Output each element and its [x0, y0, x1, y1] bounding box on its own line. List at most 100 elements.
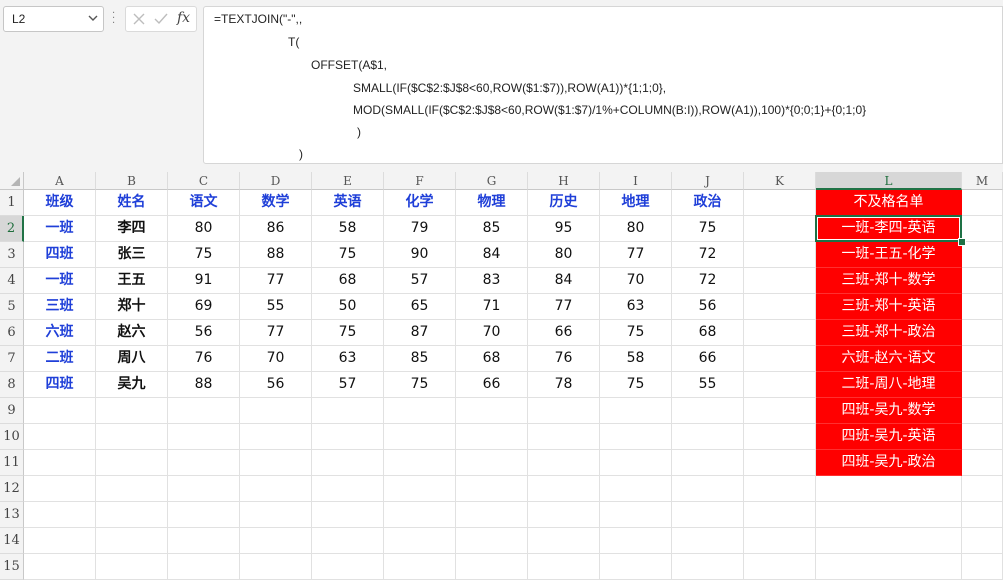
table-cell[interactable]: 76: [528, 346, 600, 372]
table-cell[interactable]: 80: [168, 216, 240, 242]
column-header-c[interactable]: C: [168, 172, 240, 190]
table-cell[interactable]: 65: [384, 294, 456, 320]
cell-D12[interactable]: [240, 476, 312, 502]
table-header[interactable]: 政治: [672, 190, 744, 216]
table-cell[interactable]: 56: [240, 372, 312, 398]
fail-list-item[interactable]: 三班-郑十-政治: [816, 320, 962, 346]
row-header-12[interactable]: 12: [0, 476, 24, 502]
cell-H9[interactable]: [528, 398, 600, 424]
row-header-13[interactable]: 13: [0, 502, 24, 528]
table-header[interactable]: 物理: [456, 190, 528, 216]
table-cell[interactable]: 86: [240, 216, 312, 242]
cell-G12[interactable]: [456, 476, 528, 502]
table-cell[interactable]: 50: [312, 294, 384, 320]
table-cell[interactable]: 88: [240, 242, 312, 268]
cell-J10[interactable]: [672, 424, 744, 450]
row-header-9[interactable]: 9: [0, 398, 24, 424]
fail-list-item[interactable]: 一班-王五-化学: [816, 242, 962, 268]
row-header-2[interactable]: 2: [0, 216, 24, 242]
table-cell[interactable]: 68: [312, 268, 384, 294]
table-header[interactable]: 班级: [24, 190, 96, 216]
cell-F12[interactable]: [384, 476, 456, 502]
cell-G10[interactable]: [456, 424, 528, 450]
cell-B13[interactable]: [96, 502, 168, 528]
cell-K7[interactable]: [744, 346, 816, 372]
table-cell[interactable]: 85: [384, 346, 456, 372]
cell-F9[interactable]: [384, 398, 456, 424]
table-cell[interactable]: 赵六: [96, 320, 168, 346]
row-header-7[interactable]: 7: [0, 346, 24, 372]
cell-G11[interactable]: [456, 450, 528, 476]
table-cell[interactable]: 63: [312, 346, 384, 372]
table-cell[interactable]: 57: [312, 372, 384, 398]
cell-K13[interactable]: [744, 502, 816, 528]
table-cell[interactable]: 58: [600, 346, 672, 372]
cell-M5[interactable]: [962, 294, 1003, 320]
column-header-i[interactable]: I: [600, 172, 672, 190]
cell-M14[interactable]: [962, 528, 1003, 554]
cell-C14[interactable]: [168, 528, 240, 554]
row-header-8[interactable]: 8: [0, 372, 24, 398]
table-cell[interactable]: 77: [600, 242, 672, 268]
cell-D10[interactable]: [240, 424, 312, 450]
spreadsheet-grid[interactable]: ABCDEFGHIJKLM 1 2 3 4 5 6 7 8 9 10 11 12 13 14 15 班级 姓名…: [0, 172, 1003, 588]
cell-F10[interactable]: [384, 424, 456, 450]
table-cell[interactable]: 一班: [24, 216, 96, 242]
cell-G14[interactable]: [456, 528, 528, 554]
table-cell[interactable]: 66: [672, 346, 744, 372]
table-cell[interactable]: 80: [528, 242, 600, 268]
table-cell[interactable]: 76: [168, 346, 240, 372]
cell-A12[interactable]: [24, 476, 96, 502]
table-cell[interactable]: 68: [672, 320, 744, 346]
cell-K2[interactable]: [744, 216, 816, 242]
table-cell[interactable]: 吴九: [96, 372, 168, 398]
cell-K15[interactable]: [744, 554, 816, 580]
fail-list-item[interactable]: 一班-李四-英语: [816, 216, 962, 242]
cell-M7[interactable]: [962, 346, 1003, 372]
row-header-14[interactable]: 14: [0, 528, 24, 554]
table-cell[interactable]: 88: [168, 372, 240, 398]
table-cell[interactable]: 58: [312, 216, 384, 242]
cell-E11[interactable]: [312, 450, 384, 476]
table-header[interactable]: 数学: [240, 190, 312, 216]
cell-K14[interactable]: [744, 528, 816, 554]
cell-M3[interactable]: [962, 242, 1003, 268]
table-cell[interactable]: 72: [672, 242, 744, 268]
table-cell[interactable]: 75: [384, 372, 456, 398]
cell-M1[interactable]: [962, 190, 1003, 216]
table-header[interactable]: 地理: [600, 190, 672, 216]
row-header-11[interactable]: 11: [0, 450, 24, 476]
cell-I11[interactable]: [600, 450, 672, 476]
table-header[interactable]: 历史: [528, 190, 600, 216]
cell-K3[interactable]: [744, 242, 816, 268]
row-header-6[interactable]: 6: [0, 320, 24, 346]
table-cell[interactable]: 一班: [24, 268, 96, 294]
fail-list-item[interactable]: 四班-吴九-政治: [816, 450, 962, 476]
cell-M6[interactable]: [962, 320, 1003, 346]
cell-I10[interactable]: [600, 424, 672, 450]
table-cell[interactable]: 二班: [24, 346, 96, 372]
cell-I15[interactable]: [600, 554, 672, 580]
cell-A9[interactable]: [24, 398, 96, 424]
table-header[interactable]: 语文: [168, 190, 240, 216]
cell-H10[interactable]: [528, 424, 600, 450]
column-header-h[interactable]: H: [528, 172, 600, 190]
fail-list-item[interactable]: 四班-吴九-数学: [816, 398, 962, 424]
table-cell[interactable]: 84: [456, 242, 528, 268]
cell-L13[interactable]: [816, 502, 962, 528]
table-cell[interactable]: 75: [312, 320, 384, 346]
table-cell[interactable]: 周八: [96, 346, 168, 372]
row-header-3[interactable]: 3: [0, 242, 24, 268]
table-cell[interactable]: 72: [672, 268, 744, 294]
cell-L15[interactable]: [816, 554, 962, 580]
table-cell[interactable]: 70: [600, 268, 672, 294]
table-cell[interactable]: 90: [384, 242, 456, 268]
column-header-l[interactable]: L: [816, 172, 962, 190]
table-cell[interactable]: 79: [384, 216, 456, 242]
cell-D15[interactable]: [240, 554, 312, 580]
cell-E14[interactable]: [312, 528, 384, 554]
cell-L12[interactable]: [816, 476, 962, 502]
cell-J11[interactable]: [672, 450, 744, 476]
cell-F14[interactable]: [384, 528, 456, 554]
cell-M12[interactable]: [962, 476, 1003, 502]
